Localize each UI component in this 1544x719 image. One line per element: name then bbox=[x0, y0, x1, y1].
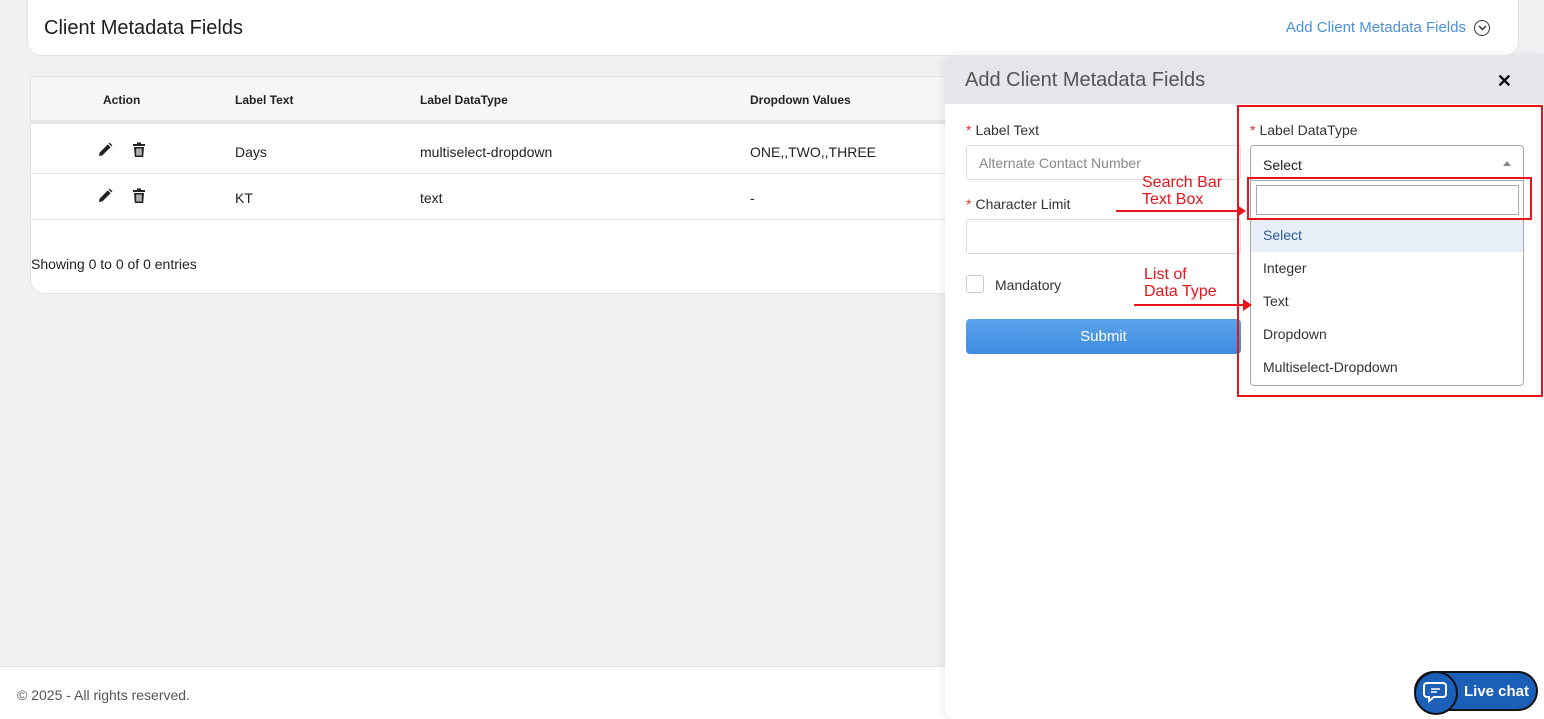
column-header-dropdown-values: Dropdown Values bbox=[750, 93, 851, 107]
table-row: KT text - bbox=[31, 173, 1029, 220]
annotation-outline-search bbox=[1247, 177, 1532, 220]
live-chat-button[interactable]: Live chat bbox=[1414, 671, 1538, 715]
submit-button[interactable]: Submit bbox=[966, 319, 1241, 354]
delete-trash-icon[interactable] bbox=[131, 188, 147, 204]
page-title: Client Metadata Fields bbox=[44, 17, 243, 39]
annotation-arrow-right-icon bbox=[1134, 299, 1252, 311]
metadata-table: Action Label Text Label DataType Dropdow… bbox=[30, 76, 1030, 294]
annotation-arrow-right-icon bbox=[1116, 205, 1246, 217]
character-limit-input[interactable] bbox=[966, 219, 1241, 254]
mandatory-checkbox[interactable] bbox=[966, 275, 984, 293]
add-metadata-link[interactable]: Add Client Metadata Fields bbox=[1286, 19, 1490, 36]
column-header-action: Action bbox=[103, 93, 141, 107]
column-header-label-datatype: Label DataType bbox=[420, 93, 508, 107]
add-metadata-link-label: Add Client Metadata Fields bbox=[1285, 19, 1466, 36]
edit-pencil-icon[interactable] bbox=[97, 142, 113, 158]
chevron-down-icon bbox=[1474, 19, 1490, 36]
cell-dropdown-values: ONE,,TWO,,THREE bbox=[750, 144, 876, 160]
table-entries-info: Showing 0 to 0 of 0 entries bbox=[31, 256, 197, 272]
cell-label-text: Days bbox=[235, 144, 267, 160]
delete-trash-icon[interactable] bbox=[131, 142, 147, 158]
cell-label-datatype: text bbox=[420, 190, 443, 206]
cell-label-text: KT bbox=[235, 190, 253, 206]
table-header: Action Label Text Label DataType Dropdow… bbox=[31, 77, 1029, 124]
annotation-outline-datatype bbox=[1237, 105, 1543, 397]
character-limit-label: * Character Limit bbox=[966, 196, 1071, 212]
label-text-label: * Label Text bbox=[966, 122, 1040, 138]
chat-bubble-icon bbox=[1414, 671, 1458, 715]
cell-label-datatype: multiselect-dropdown bbox=[420, 144, 553, 160]
column-header-label-text: Label Text bbox=[235, 93, 294, 107]
required-mark: * bbox=[966, 122, 972, 138]
live-chat-label: Live chat bbox=[1464, 683, 1530, 700]
required-mark: * bbox=[966, 196, 972, 212]
copyright-text: © 2025 - All rights reserved. bbox=[17, 687, 190, 703]
page-header: Client Metadata Fields Add Client Metada… bbox=[27, 0, 1519, 56]
annotation-search-bar-label: Search Bar Text Box bbox=[1142, 174, 1223, 208]
annotation-list-label: List of Data Type bbox=[1144, 266, 1217, 300]
mandatory-label: Mandatory bbox=[995, 277, 1062, 293]
panel-header: Add Client Metadata Fields ✕ bbox=[945, 55, 1544, 104]
cell-dropdown-values: - bbox=[750, 190, 755, 206]
close-icon[interactable]: ✕ bbox=[1497, 71, 1512, 92]
edit-pencil-icon[interactable] bbox=[97, 188, 113, 204]
panel-title: Add Client Metadata Fields bbox=[965, 69, 1206, 91]
table-row: Days multiselect-dropdown ONE,,TWO,,THRE… bbox=[31, 127, 1029, 174]
